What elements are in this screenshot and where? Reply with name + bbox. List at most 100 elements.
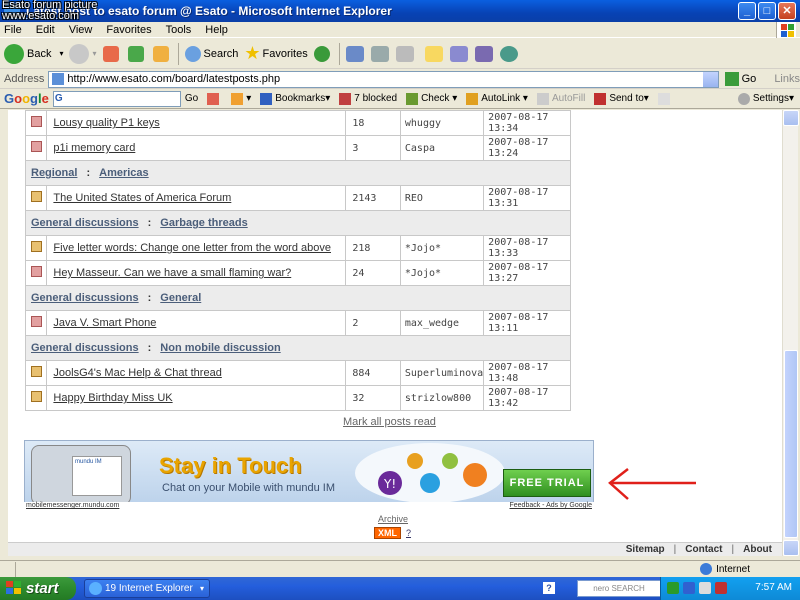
subforum-link[interactable]: Non mobile discussion <box>160 342 280 354</box>
address-url: http://www.esato.com/board/latestposts.p… <box>67 73 281 85</box>
free-trial-button[interactable]: FREE TRIAL <box>503 469 591 497</box>
stop-icon[interactable] <box>102 45 119 62</box>
refresh-icon[interactable] <box>127 45 144 62</box>
edit-icon[interactable] <box>395 45 414 62</box>
start-button[interactable]: start <box>0 577 76 600</box>
sendto-button[interactable]: Send to▾ <box>594 92 649 105</box>
sitemap-link[interactable]: Sitemap <box>626 544 665 555</box>
subforum-link[interactable]: Garbage threads <box>160 217 247 229</box>
topic-title-link[interactable]: Hey Masseur. Can we have a small flaming… <box>53 267 291 279</box>
topic-title-link[interactable]: Happy Birthday Miss UK <box>53 392 172 404</box>
menu-view[interactable]: View <box>69 24 93 36</box>
maximize-button[interactable]: □ <box>758 2 776 20</box>
last-post-date: 2007-08-17 13:34 <box>483 110 571 136</box>
bookmarks-button[interactable]: Bookmarks▾ <box>260 92 330 105</box>
last-poster[interactable]: Superluminova <box>399 360 485 386</box>
scroll-thumb[interactable] <box>784 350 798 538</box>
last-poster[interactable]: Caspa <box>399 135 485 161</box>
contact-link[interactable]: Contact <box>685 544 722 555</box>
back-button[interactable]: Back ▾ <box>4 43 63 64</box>
google-options-icon[interactable]: ▾ <box>231 92 251 105</box>
windows-flag-icon <box>6 581 21 594</box>
about-link[interactable]: About <box>743 544 772 555</box>
hot-topic-icon <box>30 241 42 252</box>
category-link[interactable]: General discussions <box>31 292 139 304</box>
subforum-link[interactable]: General <box>160 292 201 304</box>
svg-text:Y!: Y! <box>383 477 396 491</box>
favorites-button[interactable]: ★ Favorites <box>244 43 307 64</box>
topic-title-link[interactable]: JoolsG4's Mac Help & Chat thread <box>53 367 221 379</box>
watermark-caption: Esato forum picture www.esato.com <box>2 0 97 22</box>
google-go-button[interactable]: Go <box>185 93 198 104</box>
menu-favorites[interactable]: Favorites <box>106 24 151 36</box>
tray-network-icon[interactable] <box>667 582 679 594</box>
discuss-icon[interactable] <box>424 45 443 62</box>
mail-icon[interactable] <box>345 45 364 62</box>
google-logo[interactable]: Google <box>4 91 49 106</box>
window-titlebar[interactable]: Latest post to esato forum @ Esato - Mic… <box>0 0 800 22</box>
status-bar: Internet <box>0 560 800 577</box>
spellcheck-button[interactable]: Check ▾ <box>406 92 457 105</box>
links-button[interactable]: Links <box>774 73 800 85</box>
history-icon[interactable] <box>313 45 330 62</box>
address-input[interactable]: http://www.esato.com/board/latestposts.p… <box>48 70 719 88</box>
settings-button[interactable]: Settings▾ <box>737 92 794 105</box>
last-poster[interactable]: whuggy <box>399 110 485 136</box>
close-button[interactable]: ✕ <box>778 2 796 20</box>
autofill-button[interactable]: AutoFill <box>536 92 585 105</box>
help-icon[interactable]: ? <box>543 582 555 594</box>
tray-shield-icon[interactable] <box>683 582 695 594</box>
taskbar-ie-group[interactable]: 19 Internet Explorer ▾ <box>84 579 210 598</box>
archive-link[interactable]: Archive <box>378 514 408 524</box>
last-poster[interactable]: *Jojo* <box>399 235 485 261</box>
taskbar: start 19 Internet Explorer ▾ ? nero SEAR… <box>0 577 800 600</box>
category-link[interactable]: Regional <box>31 167 77 179</box>
address-dropdown-icon[interactable] <box>702 71 718 87</box>
last-poster[interactable]: REO <box>399 185 485 211</box>
topic-title-link[interactable]: Java V. Smart Phone <box>53 317 156 329</box>
mark-all-read-link[interactable]: Mark all posts read <box>343 416 436 428</box>
popup-blocker-button[interactable]: 7 blocked <box>339 92 397 105</box>
research-icon[interactable] <box>474 45 493 62</box>
google-search-input[interactable]: G <box>52 90 181 107</box>
contacts-icon[interactable] <box>499 45 518 62</box>
tray-alert-icon[interactable] <box>715 582 727 594</box>
menu-file[interactable]: File <box>4 24 22 36</box>
scroll-up-arrow-icon[interactable] <box>783 110 799 126</box>
banner-url-link[interactable]: mobilemessenger.mundu.com <box>26 502 119 509</box>
banner-footer: mobilemessenger.mundu.com Feedback - Ads… <box>24 502 594 511</box>
tray-volume-icon[interactable] <box>699 582 711 594</box>
category-link[interactable]: General discussions <box>31 342 139 354</box>
ads-by-google-link[interactable]: Feedback - Ads by Google <box>510 502 593 509</box>
xml-feed-badge[interactable]: XML <box>374 527 401 539</box>
last-poster[interactable]: max_wedge <box>399 310 485 336</box>
topic-title-link[interactable]: Five letter words: Change one letter fro… <box>53 242 331 254</box>
menu-edit[interactable]: Edit <box>36 24 55 36</box>
menu-tools[interactable]: Tools <box>166 24 192 36</box>
topic-title-link[interactable]: The United States of America Forum <box>53 192 231 204</box>
pagerank-icon[interactable] <box>207 92 222 105</box>
home-icon[interactable] <box>152 45 169 62</box>
forward-button[interactable]: ▾ <box>69 43 97 64</box>
subforum-link[interactable]: Americas <box>99 167 149 179</box>
xml-help-link[interactable]: ? <box>406 528 411 538</box>
vertical-scrollbar[interactable] <box>782 110 799 556</box>
last-poster[interactable]: *Jojo* <box>399 260 485 286</box>
messenger-icon[interactable] <box>449 45 468 62</box>
go-button[interactable]: Go <box>724 72 756 86</box>
topic-title-link[interactable]: Lousy quality P1 keys <box>53 117 159 129</box>
ad-banner[interactable]: mundu IM Stay in Touch Chat on your Mobi… <box>24 440 594 511</box>
topic-row: Hey Masseur. Can we have a small flaming… <box>24 260 571 286</box>
search-button[interactable]: Search <box>184 45 238 62</box>
last-poster[interactable]: strizlow800 <box>399 385 485 411</box>
topic-title-link[interactable]: p1i memory card <box>53 142 135 154</box>
scroll-down-arrow-icon[interactable] <box>783 540 799 556</box>
menu-help[interactable]: Help <box>205 24 228 36</box>
highlight-icon[interactable] <box>657 92 673 105</box>
print-icon[interactable] <box>370 45 389 62</box>
minimize-button[interactable]: _ <box>738 2 756 20</box>
autolink-button[interactable]: AutoLink ▾ <box>466 92 528 105</box>
nero-search-box[interactable]: nero SEARCH <box>577 580 661 597</box>
category-link[interactable]: General discussions <box>31 217 139 229</box>
topic-row: Five letter words: Change one letter fro… <box>24 235 571 261</box>
